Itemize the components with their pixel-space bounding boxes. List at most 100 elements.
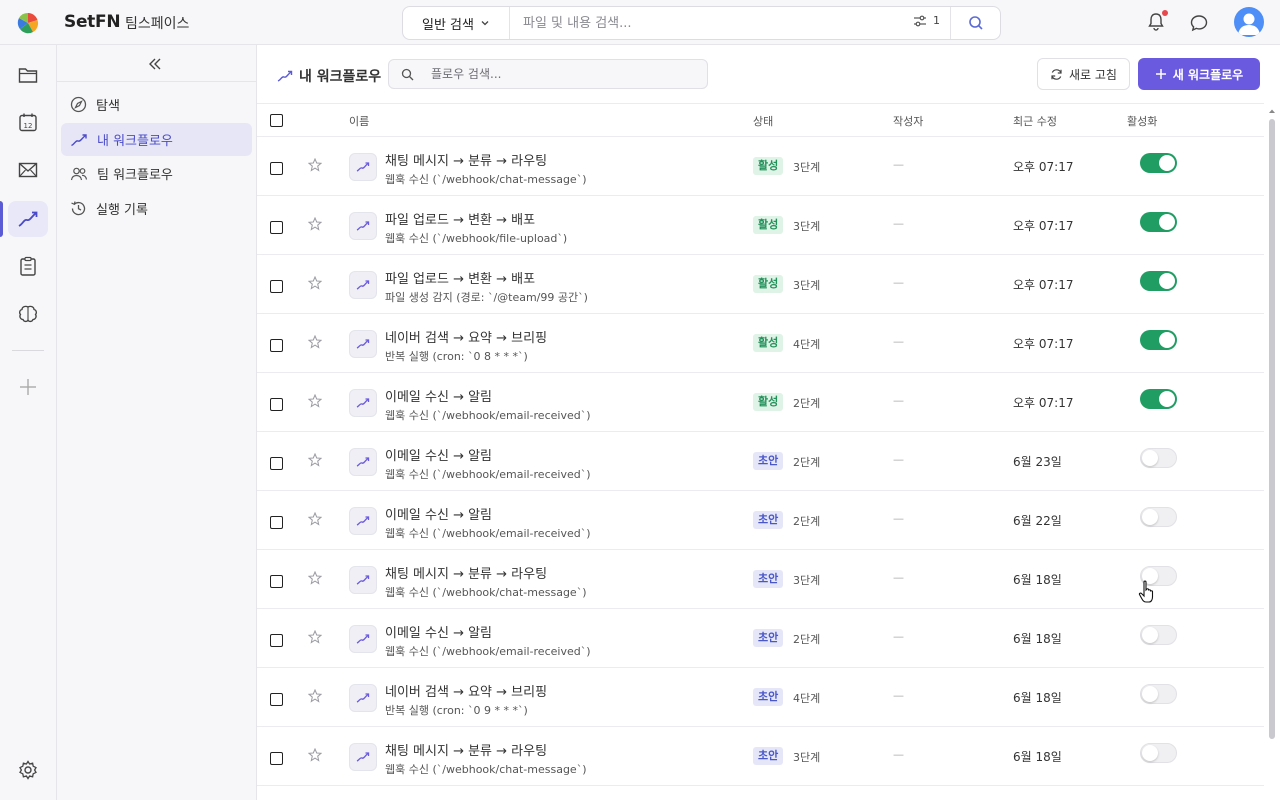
table-row[interactable]: 네이버 검색 → 요약 → 브리핑 반복 실행 (cron: `0 8 * * *… xyxy=(257,314,1264,373)
workflow-title[interactable]: 이메일 수신 → 알림 xyxy=(385,622,492,641)
enabled-toggle[interactable] xyxy=(1140,389,1177,409)
enabled-toggle[interactable] xyxy=(1140,153,1177,173)
workflow-title[interactable]: 이메일 수신 → 알림 xyxy=(385,504,492,523)
workflow-icon xyxy=(356,280,370,290)
author: — xyxy=(893,571,904,584)
row-checkbox[interactable] xyxy=(270,221,283,234)
row-checkbox[interactable] xyxy=(270,516,283,529)
logo-icon[interactable] xyxy=(17,12,39,34)
row-checkbox[interactable] xyxy=(270,162,283,175)
brand-name[interactable]: SetFN xyxy=(64,12,121,32)
favorite-button[interactable] xyxy=(307,275,323,294)
collapse-sidebar-icon[interactable] xyxy=(148,57,162,71)
workspace-name[interactable]: 팀스페이스 xyxy=(125,13,189,33)
row-checkbox[interactable] xyxy=(270,457,283,470)
enabled-toggle[interactable] xyxy=(1140,330,1177,350)
search-icon xyxy=(401,68,414,81)
workflow-title[interactable]: 파일 업로드 → 변환 → 배포 xyxy=(385,209,535,228)
workflow-title[interactable]: 이메일 수신 → 알림 xyxy=(385,445,492,464)
workflow-type-icon xyxy=(349,330,377,358)
row-checkbox[interactable] xyxy=(270,693,283,706)
workflow-title[interactable]: 채팅 메시지 → 분류 → 라우팅 xyxy=(385,563,547,582)
table-row[interactable]: 네이버 검색 → 요약 → 브리핑 반복 실행 (cron: `0 9 * * *… xyxy=(257,668,1264,727)
favorite-button[interactable] xyxy=(307,452,323,471)
favorite-button[interactable] xyxy=(307,157,323,176)
column-header-author[interactable]: 작성자 xyxy=(893,113,923,129)
column-header-name[interactable]: 이름 xyxy=(349,113,369,129)
row-checkbox[interactable] xyxy=(270,752,283,765)
search-mode-select[interactable]: 일반 검색 xyxy=(403,7,510,39)
toggle-knob xyxy=(1142,745,1158,761)
workflow-icon xyxy=(356,693,370,703)
enabled-toggle[interactable] xyxy=(1140,271,1177,291)
table-row[interactable]: 채팅 메시지 → 분류 → 라우팅 웹훅 수신 (`/webhook/chat-m… xyxy=(257,550,1264,609)
workflow-title[interactable]: 파일 업로드 → 변환 → 배포 xyxy=(385,268,535,287)
sidebar-item-my-workflows[interactable]: 내 워크플로우 xyxy=(61,123,252,156)
workflow-title[interactable]: 이메일 수신 → 알림 xyxy=(385,386,492,405)
rail-files[interactable] xyxy=(8,57,48,93)
rail-calendar[interactable]: 12 xyxy=(8,104,48,140)
table-row[interactable]: 파일 업로드 → 변환 → 배포 파일 생성 감지 (경로: `/@team/99… xyxy=(257,255,1264,314)
select-all-checkbox[interactable] xyxy=(270,114,283,127)
mail-icon xyxy=(18,162,38,178)
favorite-button[interactable] xyxy=(307,216,323,235)
row-checkbox[interactable] xyxy=(270,339,283,352)
table-row[interactable]: 채팅 메시지 → 분류 → 라우팅 웹훅 수신 (`/webhook/chat-m… xyxy=(257,727,1264,786)
search-button[interactable] xyxy=(950,7,1000,39)
workflow-title[interactable]: 네이버 검색 → 요약 → 브리핑 xyxy=(385,327,547,346)
star-icon xyxy=(307,570,323,585)
table-row[interactable]: 채팅 메시지 → 분류 → 라우팅 웹훅 수신 (`/webhook/chat-m… xyxy=(257,137,1264,196)
workflow-title[interactable]: 채팅 메시지 → 분류 → 라우팅 xyxy=(385,740,547,759)
favorite-button[interactable] xyxy=(307,629,323,648)
scroll-up-arrow-icon[interactable] xyxy=(1266,107,1278,115)
table-row[interactable]: 이메일 수신 → 알림 웹훅 수신 (`/webhook/email-receiv… xyxy=(257,373,1264,432)
table-row[interactable]: 파일 업로드 → 변환 → 배포 웹훅 수신 (`/webhook/file-up… xyxy=(257,196,1264,255)
rail-mail[interactable] xyxy=(8,152,48,188)
refresh-button[interactable]: 새로 고침 xyxy=(1037,58,1130,90)
enabled-toggle[interactable] xyxy=(1140,684,1177,704)
row-checkbox[interactable] xyxy=(270,398,283,411)
table-row[interactable]: 이메일 수신 → 알림 웹훅 수신 (`/webhook/email-receiv… xyxy=(257,432,1264,491)
favorite-button[interactable] xyxy=(307,747,323,766)
favorite-button[interactable] xyxy=(307,688,323,707)
row-checkbox[interactable] xyxy=(270,575,283,588)
row-checkbox[interactable] xyxy=(270,280,283,293)
favorite-button[interactable] xyxy=(307,511,323,530)
step-count: 4단계 xyxy=(793,338,821,351)
enabled-toggle[interactable] xyxy=(1140,448,1177,468)
filter-button[interactable]: 1 xyxy=(913,14,940,27)
scrollbar[interactable] xyxy=(1266,105,1278,795)
enabled-toggle[interactable] xyxy=(1140,743,1177,763)
chevron-down-icon xyxy=(481,21,489,26)
favorite-button[interactable] xyxy=(307,393,323,412)
workflow-title[interactable]: 네이버 검색 → 요약 → 브리핑 xyxy=(385,681,547,700)
rail-ai[interactable] xyxy=(8,296,48,332)
avatar[interactable] xyxy=(1234,7,1264,37)
table-row[interactable]: 이메일 수신 → 알림 웹훅 수신 (`/webhook/email-receiv… xyxy=(257,609,1264,668)
search-input[interactable] xyxy=(523,14,903,32)
sidebar-item-history[interactable]: 실행 기록 xyxy=(61,192,252,225)
column-header-status[interactable]: 상태 xyxy=(753,113,773,129)
column-header-enabled[interactable]: 활성화 xyxy=(1127,113,1157,129)
rail-tasks[interactable] xyxy=(8,248,48,284)
row-checkbox[interactable] xyxy=(270,634,283,647)
enabled-toggle[interactable] xyxy=(1140,625,1177,645)
favorite-button[interactable] xyxy=(307,570,323,589)
chat-icon[interactable] xyxy=(1189,13,1209,33)
new-workflow-button[interactable]: 새 워크플로우 xyxy=(1138,58,1260,90)
favorite-button[interactable] xyxy=(307,334,323,353)
sidebar-item-explore[interactable]: 탐색 xyxy=(61,88,252,121)
workflow-title[interactable]: 채팅 메시지 → 분류 → 라우팅 xyxy=(385,150,547,169)
rail-workflow[interactable] xyxy=(8,201,48,237)
enabled-toggle[interactable] xyxy=(1140,212,1177,232)
rail-add[interactable] xyxy=(8,369,48,405)
enabled-toggle[interactable] xyxy=(1140,507,1177,527)
table-row[interactable]: 이메일 수신 → 알림 웹훅 수신 (`/webhook/email-receiv… xyxy=(257,491,1264,550)
status-badge: 초안 xyxy=(753,747,784,765)
sidebar-item-team-workflows[interactable]: 팀 워크플로우 xyxy=(61,157,252,190)
flow-search-input[interactable] xyxy=(431,66,691,82)
rail-settings[interactable] xyxy=(8,752,48,788)
workflow-icon xyxy=(356,457,370,467)
column-header-modified[interactable]: 최근 수정 xyxy=(1013,113,1057,129)
scroll-thumb[interactable] xyxy=(1269,119,1275,739)
